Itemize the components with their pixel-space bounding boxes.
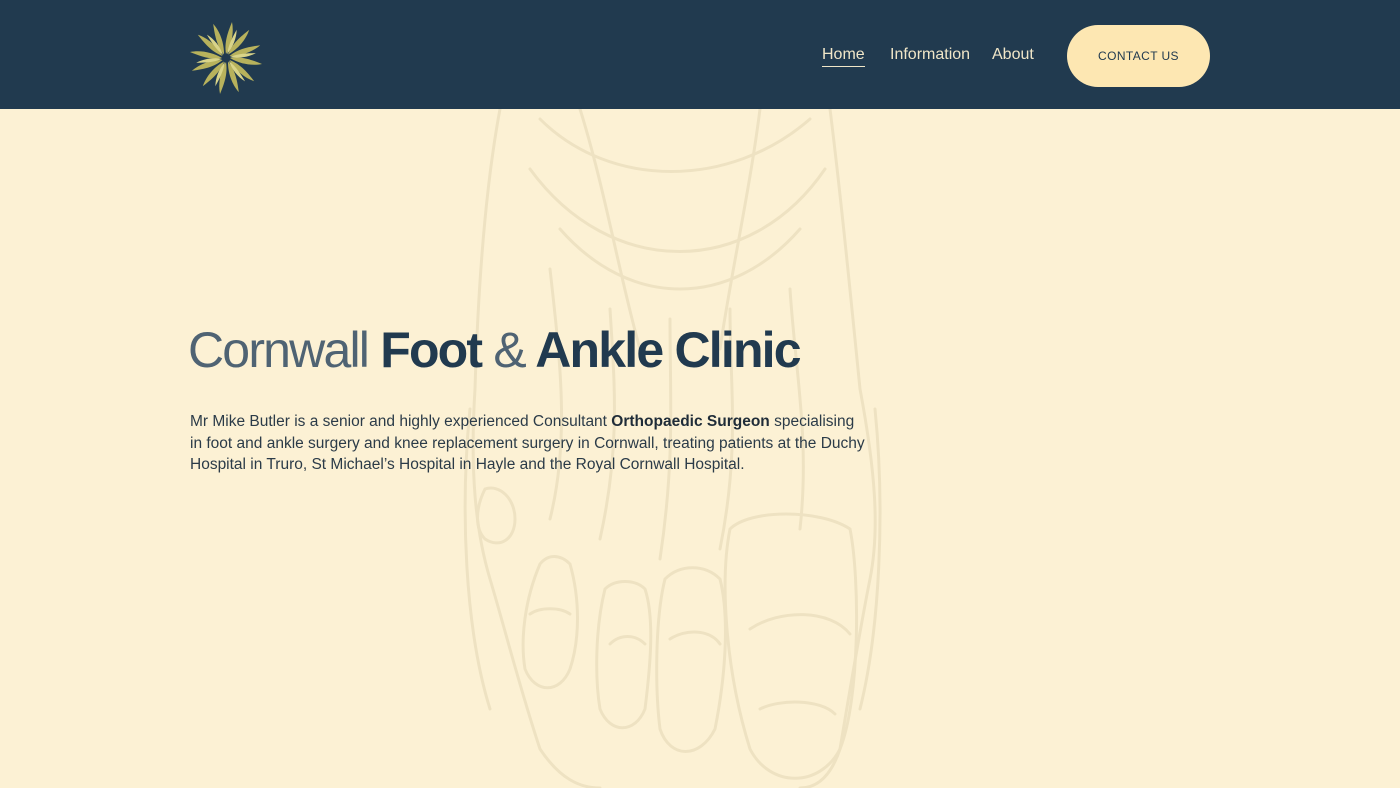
title-word-cornwall: Cornwall — [188, 322, 370, 378]
sunburst-leaf-logo-icon — [190, 22, 262, 94]
contact-us-button[interactable]: CONTACT US — [1067, 25, 1210, 87]
hero-title: Cornwall Foot & Ankle Clinic — [188, 318, 802, 382]
hero-text-specialty: Orthopaedic Surgeon — [611, 413, 770, 430]
site-header: Home Information About CONTACT US — [0, 0, 1400, 109]
hero-text-intro: Mr Mike Butler is a senior and highly ex… — [190, 413, 612, 430]
clinic-logo[interactable] — [186, 18, 266, 98]
title-word-clinic: Clinic — [674, 322, 801, 378]
title-word-foot: Foot — [380, 322, 483, 378]
title-ampersand: & — [493, 322, 526, 378]
hero-description: Mr Mike Butler is a senior and highly ex… — [190, 411, 870, 476]
nav-about-link[interactable]: About — [992, 45, 1034, 65]
nav-home-link[interactable]: Home — [822, 45, 865, 67]
title-word-ankle: Ankle — [535, 322, 664, 378]
nav-information-link[interactable]: Information — [890, 45, 970, 65]
